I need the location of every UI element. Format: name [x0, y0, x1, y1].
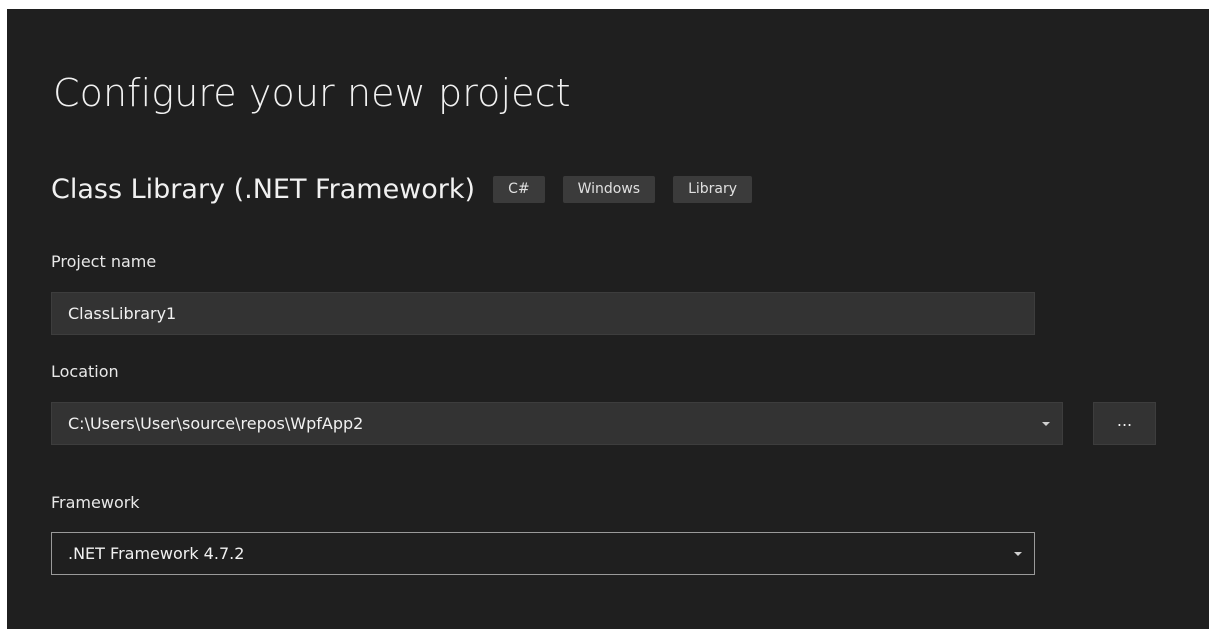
template-name: Class Library (.NET Framework) [51, 173, 476, 205]
chevron-down-icon[interactable] [1042, 421, 1050, 426]
tag-language: C# [493, 175, 545, 203]
framework-value: .NET Framework 4.7.2 [68, 544, 245, 563]
tag-platform: Windows [562, 175, 656, 203]
template-header: Class Library (.NET Framework) C# Window… [51, 173, 770, 205]
project-name-input[interactable] [51, 292, 1035, 335]
browse-location-button[interactable]: ... [1093, 402, 1156, 445]
chevron-down-icon[interactable] [1014, 551, 1022, 556]
location-label: Location [51, 362, 119, 381]
framework-label: Framework [51, 493, 140, 512]
tag-project-type: Library [673, 175, 753, 203]
configure-project-dialog: Configure your new project Class Library… [7, 9, 1209, 629]
project-name-label: Project name [51, 252, 157, 271]
location-combobox[interactable]: C:\Users\User\source\repos\WpfApp2 [51, 402, 1063, 445]
page-title: Configure your new project [53, 71, 571, 115]
location-value: C:\Users\User\source\repos\WpfApp2 [68, 414, 364, 433]
framework-select[interactable]: .NET Framework 4.7.2 [51, 532, 1035, 575]
